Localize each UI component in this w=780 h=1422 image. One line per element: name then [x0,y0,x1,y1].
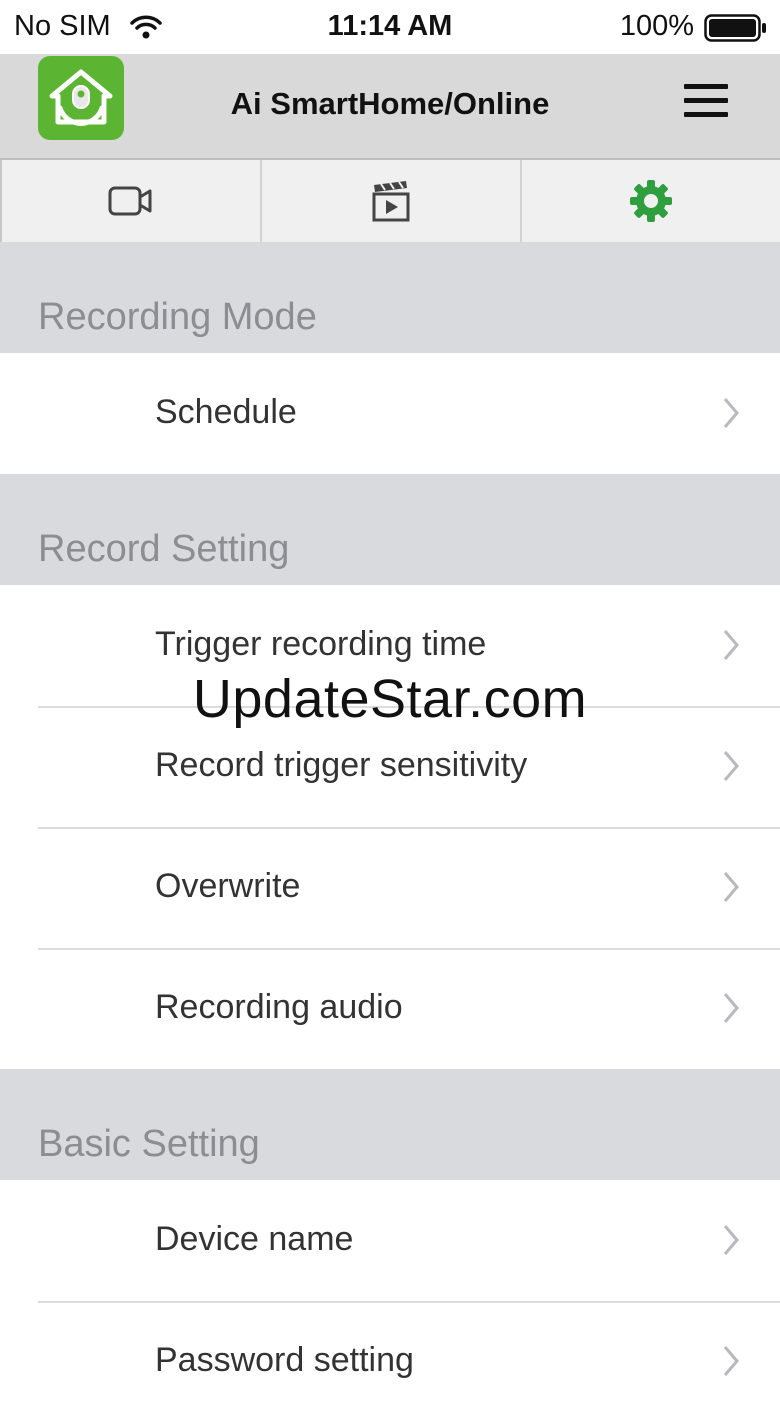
record-setting-group: Trigger recording time Record trigger se… [0,585,780,1069]
row-overwrite[interactable]: Overwrite [0,827,780,948]
clapperboard-icon [372,181,410,222]
recording-mode-group: Schedule [0,353,780,474]
gear-icon [630,180,672,222]
row-label: Overwrite [155,867,301,905]
row-recording-audio[interactable]: Recording audio [0,948,780,1069]
row-schedule[interactable]: Schedule [0,353,780,474]
battery-percentage: 100% [619,10,694,42]
basic-setting-group: Device name Password setting [0,1180,780,1422]
chevron-right-icon [723,630,739,660]
menu-button[interactable] [684,84,730,120]
chevron-right-icon [723,1346,739,1376]
chevron-right-icon [723,751,739,781]
settings-list: Recording Mode Schedule Record Setting T… [0,242,780,1422]
battery-icon [704,14,768,47]
chevron-right-icon [723,398,739,428]
tab-settings[interactable] [520,160,780,242]
chevron-right-icon [723,1225,739,1255]
section-title: Record Setting [38,528,290,570]
hamburger-icon-line [684,98,728,103]
section-title: Basic Setting [38,1123,260,1165]
row-device-name[interactable]: Device name [0,1180,780,1301]
section-title: Recording Mode [38,296,317,338]
video-camera-icon [108,186,152,216]
status-bar: No SIM 11:14 AM 100% [0,0,780,54]
row-password-setting[interactable]: Password setting [0,1301,780,1422]
app-title: Ai SmartHome/Online [230,86,550,121]
section-header-recording-mode: Recording Mode [0,242,780,353]
tab-live-video[interactable] [0,160,260,242]
tab-playback[interactable] [260,160,520,242]
tab-bar [0,160,780,242]
row-label: Recording audio [155,988,403,1026]
row-label: Device name [155,1220,354,1258]
row-label: Schedule [155,393,297,431]
section-header-basic-setting: Basic Setting [0,1069,780,1180]
chevron-right-icon [723,872,739,902]
row-label: Password setting [155,1341,414,1379]
hamburger-icon-line [684,84,728,89]
row-label: Record trigger sensitivity [155,746,528,784]
nav-bar: Ai SmartHome/Online [0,54,780,160]
hamburger-icon-line [684,112,728,117]
row-label: Trigger recording time [155,625,487,663]
chevron-right-icon [723,993,739,1023]
section-header-record-setting: Record Setting [0,474,780,585]
watermark: UpdateStar.com [192,669,588,729]
